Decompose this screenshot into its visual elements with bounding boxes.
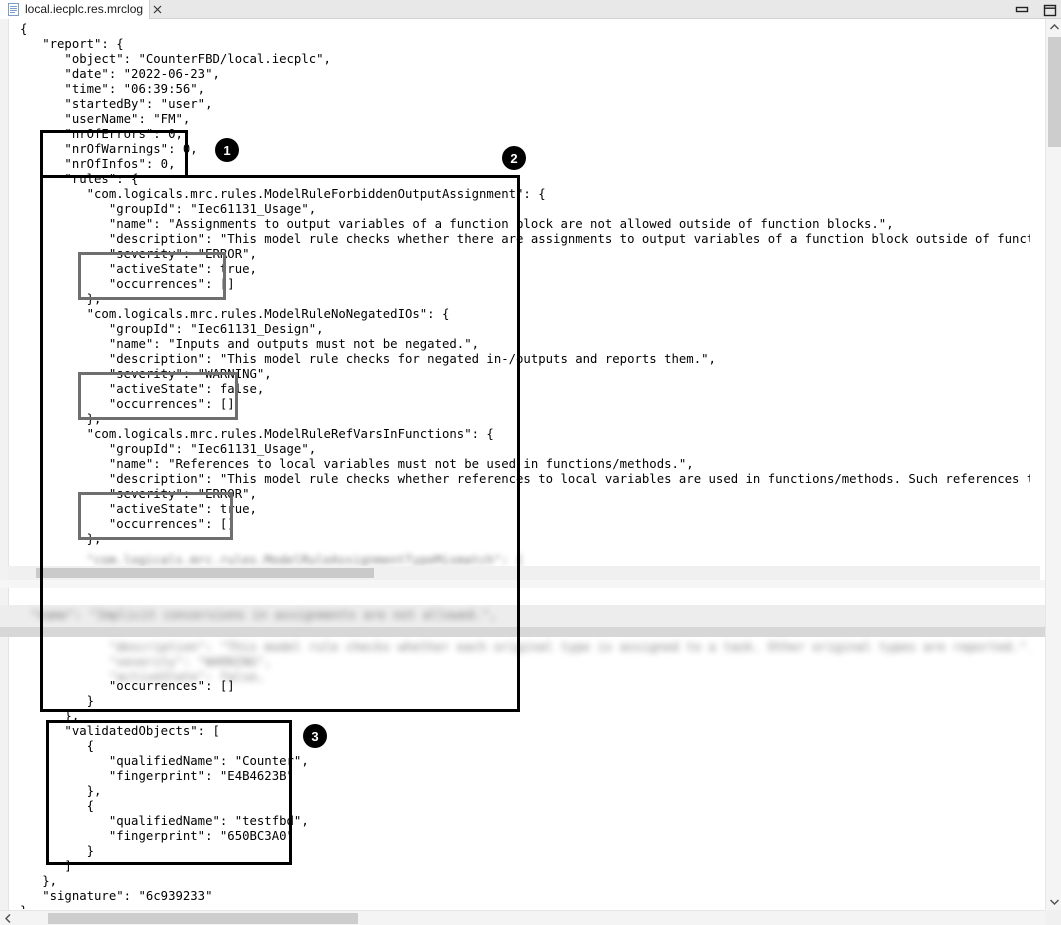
json-line: "userName": "FM", [20,112,191,126]
json-line: }, [20,412,102,426]
json-line: "qualifiedName": "testfbd", [20,814,309,828]
json-redacted-line: "com.logicals.mrc.rules.ModelRuleAssignm… [20,553,524,567]
json-line: { [20,739,95,753]
json-line: "date": "2022-06-23", [20,67,220,81]
json-line: "occurrences": [] [20,517,235,531]
json-redacted-line: "severity": "WARNING", [20,655,272,669]
window-controls [1015,0,1057,19]
document-icon [8,3,19,16]
editor-gutter [0,19,9,910]
json-line: }, [20,709,80,723]
scrollbar-corner [1045,910,1061,925]
json-line: }, [20,784,102,798]
json-redacted-line: "description": "This model rule checks w… [20,640,1030,654]
restore-icon[interactable] [1043,4,1057,16]
close-icon[interactable] [151,3,164,16]
json-line: "fingerprint": "650BC3A0" [20,829,294,843]
json-line: "description": "This model rule checks w… [20,472,1030,486]
vscroll-thumb[interactable] [1048,37,1061,147]
editor-tab-mrclog[interactable]: local.iecplc.res.mrclog [0,0,162,19]
json-line: "groupId": "Iec61131_Usage", [20,442,317,456]
inner-horizontal-scrollbar[interactable] [8,566,1040,580]
annotation-badge-2: 2 [502,146,526,170]
json-line: } [20,844,95,858]
json-line: }, [20,292,102,306]
horizontal-scrollbar[interactable] [0,910,1045,925]
json-line: } [20,694,95,708]
json-line: "name": "Assignments to output variables… [20,217,894,231]
json-line: "occurrences": [] [20,397,235,411]
json-line: "qualifiedName": "Counter", [20,754,309,768]
json-line: "occurrences": [] [20,679,235,693]
json-line: "rules": { [20,172,139,186]
json-line: "groupId": "Iec61131_Usage", [20,202,317,216]
overlay-band-1 [0,580,1061,588]
json-line: "time": "06:39:56", [20,82,206,96]
json-line: "occurrences": [] [20,277,235,291]
json-line: "startedBy": "user", [20,97,213,111]
json-content-redacted-1: "com.logicals.mrc.rules.ModelRuleAssignm… [20,553,1030,567]
json-line: { [20,799,95,813]
json-line: "signature": "6c939233" [20,889,213,903]
json-line: "severity": "WARNING", [20,367,272,381]
vertical-scrollbar[interactable] [1045,19,1061,910]
json-line: "com.logicals.mrc.rules.ModelRuleForbidd… [20,187,546,201]
chevron-left-icon[interactable] [0,911,15,925]
minimize-icon[interactable] [1015,4,1029,16]
json-line: "description": "This model rule checks f… [20,352,716,366]
json-line: "name": "Inputs and outputs must not be … [20,337,480,351]
json-line: "com.logicals.mrc.rules.ModelRuleRefVars… [20,427,494,441]
json-line: }, [20,874,58,888]
json-line: "fingerprint": "E4B4623B" [20,769,294,783]
json-line: "com.logicals.mrc.rules.ModelRuleNoNegat… [20,307,450,321]
json-line: { [20,22,28,36]
inner-hscroll-thumb[interactable] [36,568,374,578]
overlay-band-3 [0,627,1061,637]
json-line: "severity": "ERROR", [20,487,257,501]
json-line: "object": "CounterFBD/local.iecplc", [20,52,331,66]
annotation-badge-3: 3 [303,724,327,748]
json-line: "nrOfErrors": 0, [20,127,183,141]
json-line: "description": "This model rule checks w… [20,232,1030,246]
editor-tab-label: local.iecplc.res.mrclog [25,2,144,16]
json-line: ] [20,859,72,873]
json-line: "activeState": true, [20,262,257,276]
json-line: "report": { [20,37,124,51]
json-line: "validatedObjects": [ [20,724,220,738]
editor-gutter-pad [10,19,20,910]
chevron-up-icon[interactable] [1046,19,1061,35]
chevron-down-icon[interactable] [1046,894,1061,910]
json-redacted-line: "name": "Implicit conversions in assignm… [8,608,497,622]
json-line: "activeState": true, [20,502,257,516]
json-line: "groupId": "Iec61131_Design", [20,322,324,336]
json-content-top[interactable]: { "report": { "object": "CounterFBD/loca… [20,22,1030,562]
json-line: "severity": "ERROR", [20,247,257,261]
hscroll-thumb[interactable] [48,913,358,924]
json-line: }, [20,532,102,546]
json-line: } [20,904,1030,909]
json-line: "activeState": false, [20,382,265,396]
annotation-badge-1: 1 [215,138,239,162]
title-bar: local.iecplc.res.mrclog [0,0,1061,19]
mrclog-viewer-window: local.iecplc.res.mrclog {"report": {"o… [0,0,1061,925]
json-line: "name": "References to local variables m… [20,457,694,471]
json-content-redacted-2: "name": "Implicit conversions in assignm… [8,608,1048,624]
json-content-tail[interactable]: "occurrences": [] } }, "validatedObjects… [20,679,1030,909]
